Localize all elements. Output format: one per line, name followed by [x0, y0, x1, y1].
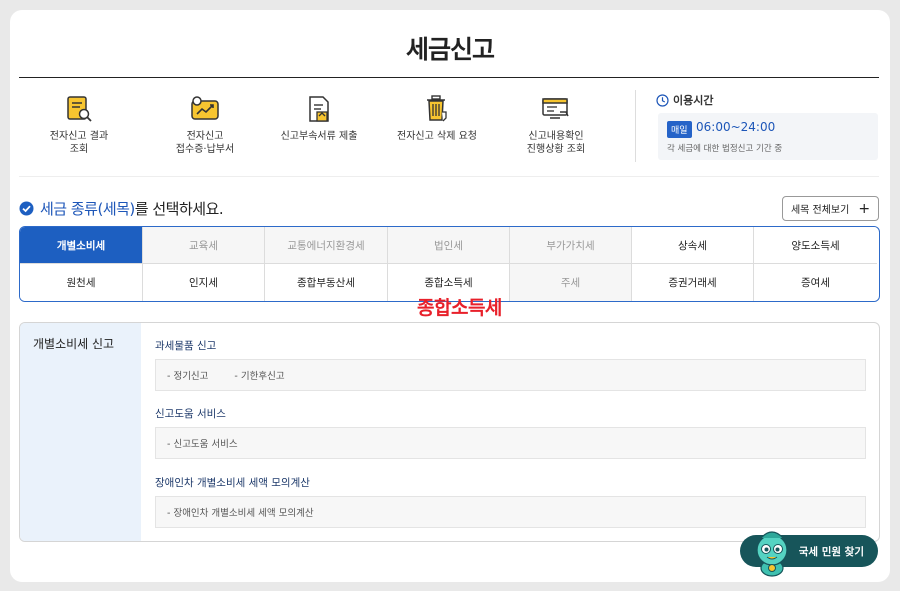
hours-title: 이용시간 [656, 92, 713, 108]
page-title: 세금신고 [405, 35, 495, 64]
section-divider [635, 90, 636, 162]
hours-badge: 매일 [667, 121, 692, 138]
tax-type-comprehensive-real-estate[interactable]: 종합부동산세 [265, 264, 388, 301]
link-regular-filing[interactable]: - 정기신고 [167, 368, 208, 382]
quick-link-receipt[interactable]: 전자신고 접수증·납부서 [150, 94, 260, 156]
view-all-tax-types-button[interactable]: 세목 전체보기 + [782, 196, 879, 221]
title-divider [19, 77, 879, 78]
tax-type-traffic-energy-env[interactable]: 교통에너지환경세 [265, 227, 388, 264]
receipt-chart-icon [191, 96, 219, 120]
document-upload-icon [309, 96, 329, 122]
main-card: 세금신고 전자신고 결과 조회 전자신고 접수증·납부서 신고부속서류 제출 전… [10, 10, 890, 582]
section-title-disabled-car-calc[interactable]: 장애인차 개별소비세 세액 모의계산 [155, 475, 310, 490]
plus-icon: + [858, 200, 871, 217]
quick-link-result-inquiry[interactable]: 전자신고 결과 조회 [24, 94, 134, 156]
tax-type-grid: 개별소비세 교육세 교통에너지환경세 법인세 부가가치세 상속세 양도소득세 원… [19, 226, 880, 302]
tax-type-vat[interactable]: 부가가치세 [510, 227, 632, 264]
link-filing-help[interactable]: - 신고도움 서비스 [167, 436, 238, 450]
instruction-highlight: 세금 종류(세목) [40, 200, 135, 218]
quick-link-label: 신고내용확인 진행상황 조회 [526, 131, 586, 155]
quick-link-label: 전자신고 접수증·납부서 [175, 131, 235, 155]
tax-type-corporate[interactable]: 법인세 [388, 227, 510, 264]
tax-type-withholding[interactable]: 원천세 [20, 264, 143, 301]
overlay-annotation: 종합소득세 [417, 297, 502, 319]
quick-link-progress-inquiry[interactable]: 신고내용확인 진행상황 조회 [501, 94, 611, 156]
hours-box: 매일 06:00~24:00 각 세금에 대한 법정신고 기간 중 [658, 113, 878, 160]
hours-note: 각 세금에 대한 법정신고 기간 중 [667, 144, 783, 154]
section-box-disabled-car-calc: - 장애인차 개별소비세 세액 모의계산 [155, 496, 866, 528]
tax-type-securities-transaction[interactable]: 증권거래세 [632, 264, 754, 301]
hours-title-text: 이용시간 [673, 94, 714, 107]
tax-type-capital-gains[interactable]: 양도소득세 [754, 227, 877, 264]
content-divider [19, 176, 879, 177]
quick-link-delete-request[interactable]: 전자신고 삭제 요청 [382, 94, 492, 143]
instruction-text: 를 선택하세요. [134, 200, 224, 218]
section-title-taxable-goods[interactable]: 과세물품 신고 [155, 338, 216, 353]
tax-type-inheritance[interactable]: 상속세 [632, 227, 754, 264]
fab-label: 국세 민원 찾기 [798, 545, 864, 558]
instruction: 세금 종류(세목)를 선택하세요. [19, 198, 224, 219]
detail-side-title: 개별소비세 신고 [33, 337, 115, 351]
quick-link-label: 전자신고 결과 조회 [49, 131, 109, 155]
tax-type-stamp[interactable]: 인지세 [143, 264, 265, 301]
section-title-filing-help[interactable]: 신고도움 서비스 [155, 406, 226, 421]
link-disabled-car-calc[interactable]: - 장애인차 개별소비세 세액 모의계산 [167, 505, 314, 519]
mascot-icon [756, 531, 788, 577]
clock-icon [656, 93, 669, 107]
tax-type-education[interactable]: 교육세 [143, 227, 265, 264]
detail-panel: 개별소비세 신고 과세물품 신고 - 정기신고 - 기한후신고 신고도움 서비스… [19, 322, 880, 542]
quick-link-label: 신고부속서류 제출 [280, 131, 358, 142]
hours-time: 06:00~24:00 [696, 120, 776, 134]
link-late-filing[interactable]: - 기한후신고 [234, 368, 284, 382]
monitor-check-icon [542, 98, 569, 119]
quick-link-attachment-submit[interactable]: 신고부속서류 제출 [264, 94, 374, 143]
section-box-taxable-goods: - 정기신고 - 기한후신고 [155, 359, 866, 391]
tax-type-gift[interactable]: 증여세 [754, 264, 877, 301]
section-box-filing-help: - 신고도움 서비스 [155, 427, 866, 459]
view-all-label: 세목 전체보기 [790, 205, 850, 216]
trash-icon [427, 95, 447, 122]
detail-sidebar: 개별소비세 신고 [20, 323, 141, 541]
quick-link-label: 전자신고 삭제 요청 [397, 131, 477, 142]
check-circle-icon [19, 201, 34, 216]
tax-type-individual-consumption[interactable]: 개별소비세 [20, 227, 143, 264]
tax-type-liquor[interactable]: 주세 [510, 264, 632, 301]
document-search-icon [67, 96, 92, 122]
